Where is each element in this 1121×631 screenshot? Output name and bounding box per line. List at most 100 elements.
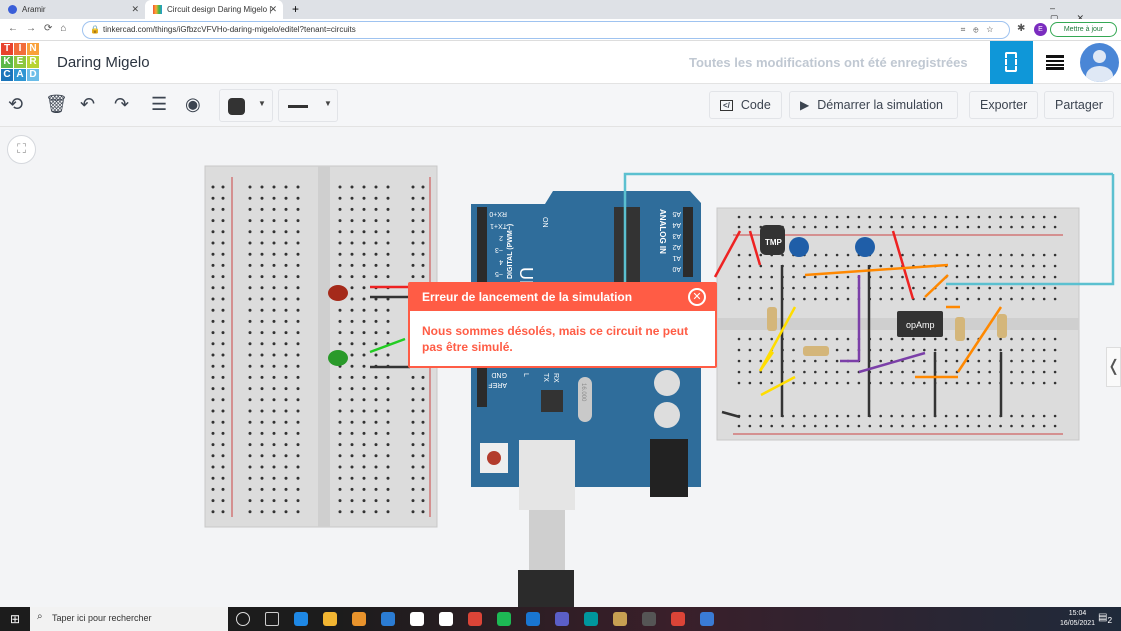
close-tab-icon[interactable]: ✕ — [131, 4, 139, 15]
pin-label-a3: A3 — [672, 232, 681, 239]
play-icon: ▶ — [800, 98, 810, 112]
taskbar-app-icon[interactable] — [671, 612, 685, 626]
taskbar-app-icon[interactable] — [352, 612, 366, 626]
browser-tab-bar: Aramir ✕ Circuit design Daring Migelo | T… — [0, 0, 1121, 23]
notification-count: 2 — [1107, 615, 1113, 625]
taskbar-app-icon[interactable] — [294, 612, 308, 626]
analog-in-label: ANALOG IN — [658, 209, 667, 254]
tab-circuit-design[interactable]: Circuit design Daring Migelo | Tin✕ — [145, 0, 283, 19]
resistor[interactable] — [767, 307, 777, 331]
pin-label-a4: A4 — [672, 221, 681, 228]
taskbar-app-icon[interactable] — [555, 612, 569, 626]
wire-style-picker[interactable]: ▼ — [278, 89, 338, 122]
resistor[interactable] — [803, 346, 829, 356]
windows-taskbar: ⊞ ⌕ Taper ici pour rechercher 15:04 16/05/… — [0, 607, 1121, 631]
dialog-message: Nous sommes désolés, mais ce circuit ne … — [422, 324, 689, 354]
notes-icon[interactable]: ☰ — [151, 94, 167, 115]
tab-label: Aramir — [22, 5, 46, 14]
code-button[interactable]: </ Code — [709, 91, 782, 119]
taskbar-app-icon[interactable] — [323, 612, 337, 626]
aref-label: AREF — [488, 381, 507, 388]
tmp-label: TMP — [765, 238, 783, 247]
taskbar-app-icon[interactable] — [410, 612, 424, 626]
tab-label: Circuit design Daring Migelo | Tin — [167, 5, 272, 14]
pin-label-2: 2 — [499, 234, 503, 241]
breadboard-left[interactable] — [204, 165, 438, 528]
taskbar-app-icon[interactable] — [236, 612, 250, 626]
opamp-chip[interactable]: opAmp — [897, 311, 943, 337]
taskbar-app-icon[interactable] — [381, 612, 395, 626]
windows-start-icon[interactable]: ⊞ — [10, 612, 20, 626]
pin-label-tx1: TX+1 — [490, 222, 507, 229]
date: 16/05/2021 — [1060, 620, 1096, 627]
taskbar-app-icon[interactable] — [526, 612, 540, 626]
lock-icon: 🔒 — [90, 25, 100, 34]
capacitor[interactable] — [855, 237, 875, 257]
pin-label-a0: A0 — [672, 265, 681, 272]
visibility-icon[interactable]: ◉ — [185, 94, 201, 115]
delete-icon[interactable]: 🗑 — [45, 94, 68, 115]
url-input[interactable]: 🔒 tinkercad.com/things/iGfbzcVFVHo-daring… — [82, 21, 1010, 39]
chevron-down-icon: ▼ — [324, 99, 332, 108]
extensions-icon[interactable]: ✱ — [1017, 23, 1025, 34]
close-icon[interactable]: ✕ — [688, 288, 706, 306]
circuit-canvas[interactable]: ⛶ ❬ UNO ANALOG IN RX+0 TX+1 2 ~3 4 ~5 ~6… — [0, 127, 1121, 607]
taskbar-app-icon[interactable] — [468, 612, 482, 626]
capacitor[interactable] — [789, 237, 809, 257]
pin-label-a1: A1 — [672, 254, 681, 261]
l-led-label: L — [522, 373, 529, 377]
nav-buttons[interactable]: ←→⟳⌂ — [8, 23, 74, 34]
tmp-sensor[interactable]: TMP — [760, 225, 785, 255]
tx-label: TX — [542, 373, 549, 382]
tab-aramir[interactable]: Aramir ✕ — [0, 0, 145, 19]
pin-label-3: ~3 — [495, 246, 503, 253]
led-red[interactable] — [328, 285, 348, 301]
export-button[interactable]: Exporter — [969, 91, 1039, 119]
taskbar-app-icon[interactable] — [613, 612, 627, 626]
new-tab-button[interactable]: + — [292, 2, 299, 16]
taskbar-app-icon[interactable] — [642, 612, 656, 626]
undo-icon[interactable]: ↶ — [80, 94, 95, 115]
project-title[interactable]: Daring Migelo — [57, 54, 150, 71]
code-label: Code — [740, 98, 771, 112]
taskbar-app-icon[interactable] — [584, 612, 598, 626]
rx-label: RX — [552, 373, 559, 383]
tinkercad-favicon-icon — [153, 5, 162, 14]
arduino-uno[interactable]: UNO ANALOG IN RX+0 TX+1 2 ~3 4 ~5 ~6 DIG… — [471, 191, 701, 607]
component-list-icon[interactable] — [1046, 55, 1064, 70]
save-status: Toutes les modifications ont été enregis… — [689, 55, 968, 70]
taskbar-app-icon[interactable] — [700, 612, 714, 626]
crystal-label: 16.000 — [580, 383, 586, 402]
close-tab-icon[interactable]: ✕ — [269, 4, 277, 15]
redo-icon[interactable]: ↷ — [114, 94, 129, 115]
taskbar-app-icon[interactable] — [497, 612, 511, 626]
pin-label-4: 4 — [499, 258, 503, 265]
update-button[interactable]: Mettre à jour — [1050, 22, 1117, 37]
code-icon: </ — [720, 99, 733, 111]
on-label: ON — [541, 217, 548, 228]
clock[interactable]: 15:04 16/05/2021 — [1060, 609, 1095, 629]
led-green[interactable] — [328, 350, 348, 366]
share-button[interactable]: Partager — [1044, 91, 1114, 119]
taskbar-app-icon[interactable] — [265, 612, 279, 626]
search-icon: ⌕ — [37, 611, 43, 622]
address-icons[interactable]: ⌗⊕☆ — [961, 22, 1001, 38]
taskbar-search-input[interactable]: ⌕ Taper ici pour rechercher — [30, 607, 228, 631]
color-picker[interactable]: ▼ — [219, 89, 273, 122]
opamp-label: opAmp — [906, 320, 935, 330]
start-simulation-button[interactable]: ▶ Démarrer la simulation — [789, 91, 958, 119]
user-avatar[interactable] — [1080, 43, 1119, 82]
resistor[interactable] — [955, 317, 965, 341]
circuit-view-button[interactable] — [990, 41, 1033, 84]
profile-avatar[interactable]: E — [1034, 23, 1047, 36]
tinkercad-logo[interactable]: TIN KER CAD — [1, 43, 39, 81]
line-icon — [288, 105, 308, 108]
chevron-down-icon: ▼ — [258, 99, 266, 108]
time: 15:04 — [1068, 610, 1087, 617]
notifications-icon[interactable]: ▤2 — [1098, 612, 1112, 625]
favicon-icon — [8, 5, 17, 14]
resistor[interactable] — [997, 314, 1007, 338]
error-dialog: Erreur de lancement de la simulation ✕ N… — [408, 282, 717, 368]
taskbar-app-icon[interactable] — [439, 612, 453, 626]
rotate-icon[interactable]: ⟲ — [8, 94, 23, 115]
